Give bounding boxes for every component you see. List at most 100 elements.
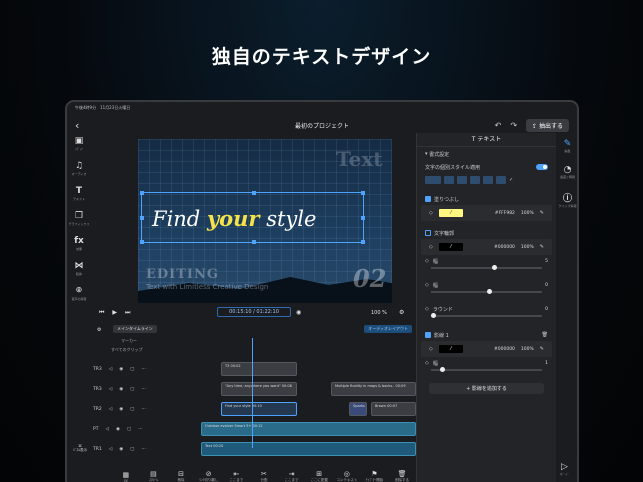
diamond-icon: ◇ (425, 306, 429, 312)
folder-icon: ▣ (74, 136, 84, 146)
info-tool[interactable]: ⓘ クリップ情報 (556, 191, 577, 208)
play-tool[interactable]: ▷ ｽﾋﾟｰﾄﾞ (560, 462, 569, 476)
add-shadow-button[interactable]: + 影線を追加する (429, 383, 544, 394)
video-clip[interactable]: Text 00:20 (201, 442, 416, 456)
speed-tool[interactable]: ◔ 速度と時間 (556, 165, 577, 179)
trash-icon[interactable]: 🗑 (542, 332, 548, 338)
align-button[interactable] (457, 176, 467, 184)
shadow-row: ◇ ⁄ #000000 100% ✎ (421, 341, 552, 357)
width-slider[interactable] (431, 265, 542, 270)
shadow-width-slider[interactable] (431, 367, 542, 372)
eyedropper-icon[interactable]: ✎ (540, 210, 544, 216)
outline-hex[interactable]: #000000 (494, 245, 515, 250)
eye-icon: ◉ (115, 426, 120, 432)
playhead[interactable] (252, 338, 253, 448)
diamond-icon: ◇ (425, 258, 429, 264)
page-headline: 独自のテキストデザイン (211, 46, 432, 68)
video-preview[interactable]: Text Find your style EDITING Text with L… (138, 139, 392, 303)
width-slider-2[interactable] (431, 289, 542, 294)
selected-clip[interactable]: Find your style 00:10 (221, 402, 297, 416)
track-row[interactable]: TR3 ◁ ◉ ▢ ⋯ T3 00:02 (91, 360, 416, 378)
effects-icon: fx (74, 236, 84, 246)
tool-unlink[interactable]: ⊘ ﾘﾝｸ切り離し (198, 470, 220, 482)
eyedropper-icon[interactable]: ✎ (540, 346, 544, 352)
zoom-level[interactable]: 100 % (371, 310, 387, 316)
diamond-icon: ◇ (429, 210, 433, 216)
shadow-header[interactable]: 影線 1 🗑 (417, 329, 556, 341)
preset-row: 文字の個別スタイル適用 (417, 161, 556, 173)
undo-icon[interactable]: ↶ (495, 121, 502, 130)
snapshot-icon[interactable]: ◉ (296, 309, 301, 316)
timeline-settings-icon[interactable]: ⚙ (97, 327, 101, 333)
export-button[interactable]: ⇪ 抽出する (526, 118, 569, 132)
tool-scroll[interactable]: ▤ ｽｸﾛｰﾙ (142, 470, 164, 482)
align-button[interactable] (444, 176, 454, 184)
track-row[interactable]: TR1 ◁ ◉ ▢ ⋯ Text 00:20 (91, 440, 416, 458)
alignment-row: ✓ (417, 173, 556, 187)
tool-chapter[interactable]: ⚑ ﾁｬﾌﾟﾀｰ開始 (363, 470, 385, 482)
main-timeline-chip[interactable]: メインタイムライン (113, 325, 157, 333)
mic-icon: ⌾ (76, 286, 82, 296)
tool-trim-start[interactable]: ⇤ ここまで (225, 470, 247, 482)
fill-opacity[interactable]: 100% (521, 211, 534, 216)
timeline-clip[interactable]: "Any time, anywhere you want" 00:08 (221, 382, 297, 396)
settings-icon[interactable]: ⚙ (399, 309, 404, 316)
more-icon: ⋯ (138, 426, 143, 432)
outline-color-swatch[interactable]: ⁄ (438, 243, 463, 251)
timecode-display: 00:15:10 / 01:22:10 (217, 307, 291, 317)
skip-forward-icon[interactable]: ⏭ (125, 309, 130, 317)
text-selection-box[interactable]: Find your style (140, 191, 365, 244)
effects-tool[interactable]: fx 効果 (67, 236, 91, 261)
timeline-clip[interactable]: Brown 00:07 (371, 402, 416, 416)
media-tool[interactable]: ▣ ﾒﾃﾞｨｱ (67, 136, 91, 161)
timeline-clip[interactable]: Sparks (349, 402, 367, 416)
record-tool[interactable]: ⌾ 音声の録音 (67, 286, 91, 311)
align-button[interactable] (496, 176, 506, 184)
format-section-header[interactable]: ▾ 書式設定 (417, 147, 556, 161)
track-row[interactable]: TR2 ◁ ◉ ▢ ⋯ Find your style 00:10 Sparks Bro… (91, 400, 416, 418)
graphics-tool[interactable]: ❐ グラフィックス (67, 211, 91, 236)
timeline-ruler[interactable]: マーカー すべてのクリップ (91, 338, 416, 352)
fill-header[interactable]: 塗りつぶし (417, 193, 556, 205)
panel-toggle[interactable]: ⌘ ﾊﾞﾈﾙ表示 (71, 444, 89, 453)
shadow-color-swatch[interactable]: ⁄ (438, 345, 463, 353)
text-tool[interactable]: T テキスト (67, 186, 91, 211)
shadow-opacity[interactable]: 100% (521, 347, 534, 352)
align-button[interactable] (470, 176, 480, 184)
shadow-hex[interactable]: #000000 (494, 347, 515, 352)
edit-tool[interactable]: ✎ 編集 (556, 139, 577, 153)
preset-toggle[interactable] (536, 164, 548, 170)
preview-number: 02 (353, 264, 387, 293)
audio-layout-chip[interactable]: オーディオレイアウト (364, 325, 412, 333)
preview-bg-text: Text (336, 147, 383, 171)
fill-hex[interactable]: #FFF982 (495, 211, 515, 216)
check-icon[interactable]: ✓ (509, 177, 513, 183)
track-row[interactable]: PT ◁ ◉ ▢ ⋯ Outdoor evolver Smart 5+ 00:12 (91, 420, 416, 438)
tool-trim-end[interactable]: ⇥ ここまで (281, 470, 303, 482)
timeline-clip[interactable]: Multiple fluidity in maps & backs.. 00:0… (331, 382, 416, 396)
tool-place[interactable]: ⊞ ここに配置 (308, 470, 330, 482)
track-row[interactable]: TR3 ◁ ◉ ▢ ⋯ "Any time, anywhere you want" 00… (91, 380, 416, 398)
redo-icon[interactable]: ↷ (510, 121, 517, 130)
info-icon: ⓘ (562, 194, 572, 204)
tool-context[interactable]: ◎ コンテキスト (336, 470, 358, 482)
outline-opacity[interactable]: 100% (521, 245, 534, 250)
timeline-clip[interactable]: T3 00:02 (221, 362, 297, 376)
radius-slider[interactable] (431, 313, 542, 318)
fill-color-swatch[interactable]: ⁄ (438, 209, 463, 217)
tool-delete[interactable]: ⊟ 削除 (170, 470, 192, 482)
more-icon: ⋯ (141, 446, 146, 452)
tool-remove[interactable]: 🗑 削除する (391, 470, 413, 482)
outline-header[interactable]: 文字輪郭 (417, 227, 556, 239)
video-clip[interactable]: Outdoor evolver Smart 5+ 00:12 (201, 422, 416, 436)
align-button[interactable] (483, 176, 493, 184)
play-icon[interactable]: ▶ (112, 309, 117, 316)
audio-tool[interactable]: ♫ オーディオ (67, 161, 91, 186)
skip-back-icon[interactable]: ⏮ (99, 309, 104, 317)
tool-split[interactable]: ✂ 分割 (253, 470, 275, 482)
transition-tool[interactable]: ⋈ 転換 (67, 261, 91, 286)
speaker-icon: ◁ (108, 446, 113, 452)
tool-se[interactable]: ▦ SE (115, 471, 137, 482)
align-button[interactable] (425, 176, 441, 184)
eyedropper-icon[interactable]: ✎ (540, 244, 544, 250)
